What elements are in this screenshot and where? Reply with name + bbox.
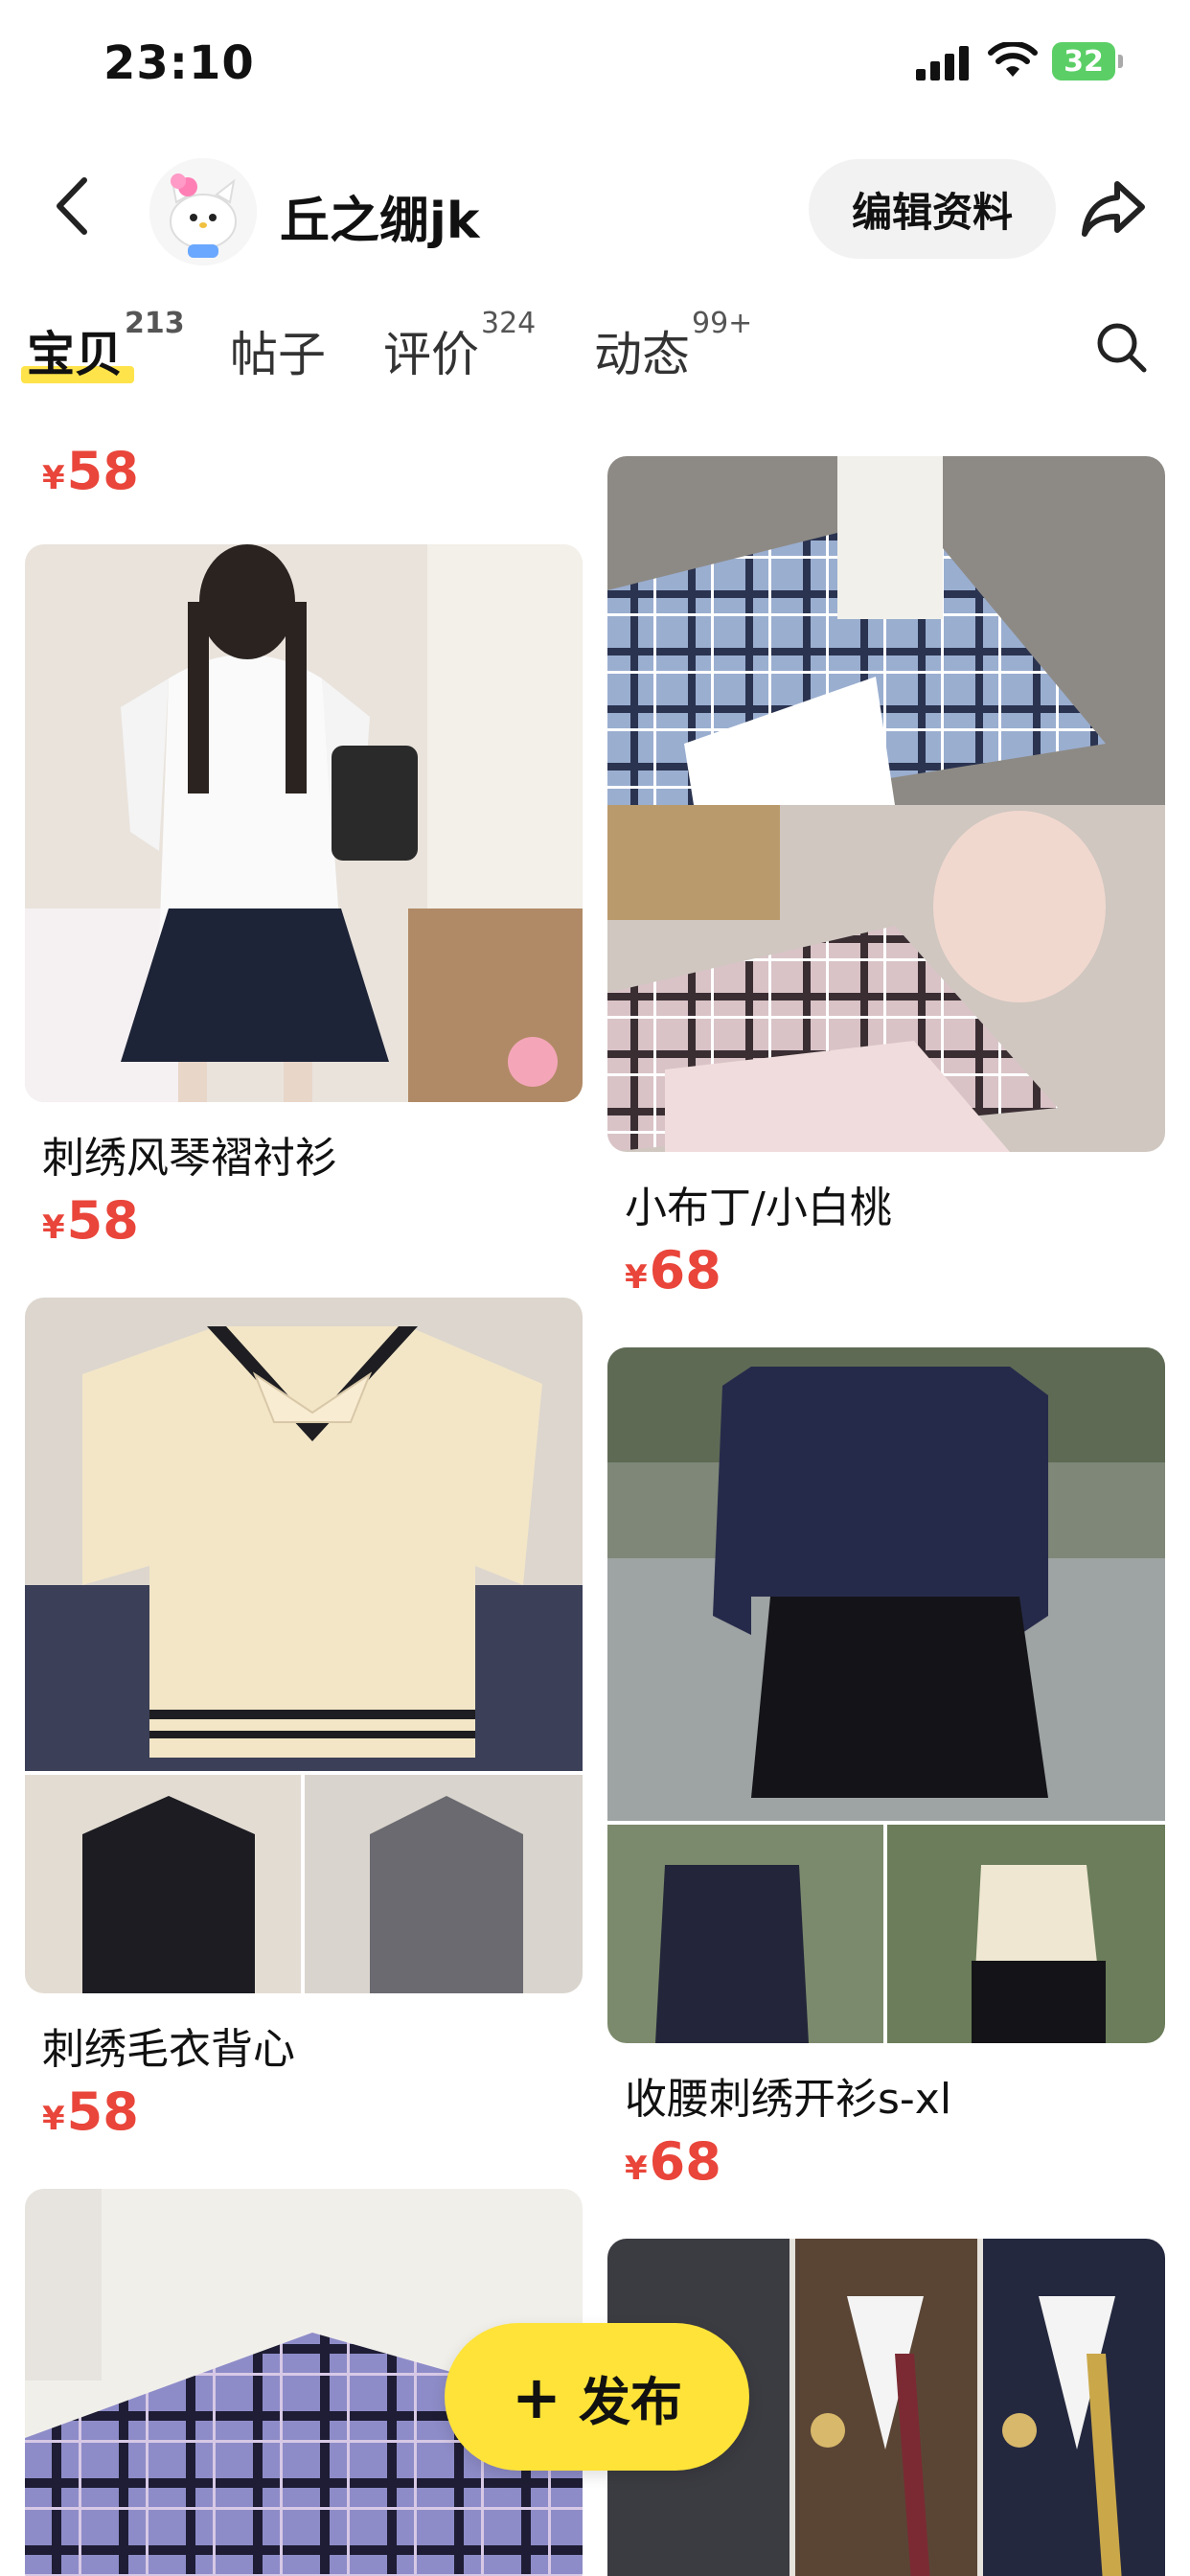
product-price: ¥68 [625,1240,721,1300]
status-time: 23:10 [103,36,255,90]
tab-activity[interactable]: 动态99+ [594,307,752,385]
status-bar: 23:10 32 [0,0,1190,134]
wifi-icon [988,42,1038,77]
tab-label: 宝贝 [27,327,123,382]
tab-label: 评价 [383,327,479,382]
plaid-skirt-photo [607,456,1165,1152]
edit-profile-button[interactable]: 编辑资料 [809,159,1056,259]
profile-username: 丘之绷jk [280,193,480,250]
tab-count: 324 [481,307,537,341]
tab-label: 动态 [594,327,690,382]
tab-posts[interactable]: 帖子 [230,316,326,385]
cardigan-photo [607,1347,1165,2043]
product-price: ¥58 [42,441,139,501]
hello-kitty-avatar-icon [149,158,257,265]
signal-icon [916,46,969,80]
back-arrow-icon[interactable] [48,172,96,240]
product-image[interactable] [25,1298,583,1993]
product-image[interactable] [607,1347,1165,2043]
sweater-vest-photo [25,1298,583,1993]
tab-items[interactable]: 宝贝213 [21,307,185,385]
product-image[interactable] [25,544,583,1102]
publish-label: 发布 [578,2371,682,2432]
tab-label: 帖子 [230,327,326,382]
battery-level: 32 [1064,44,1104,79]
plus-icon: + [512,2361,561,2432]
product-feed[interactable]: ¥58 刺绣风琴褶衬衫 ¥58 小布丁/小白桃 ¥68 刺绣毛衣背心 ¥58 收… [0,402,1190,2576]
product-price: ¥68 [625,2131,721,2192]
search-icon[interactable] [1092,318,1150,376]
product-price: ¥58 [42,2082,139,2142]
blouse-photo [25,544,583,1102]
share-icon[interactable] [1079,176,1148,240]
tab-count: 213 [125,307,185,341]
product-title[interactable]: 收腰刺绣开衫s-xl [625,2064,951,2126]
tab-count: 99+ [692,307,753,341]
product-title[interactable]: 小布丁/小白桃 [625,1173,892,1234]
product-title[interactable]: 刺绣毛衣背心 [42,2014,295,2076]
product-image[interactable] [607,456,1165,1152]
product-title[interactable]: 刺绣风琴褶衬衫 [42,1123,337,1184]
tab-reviews[interactable]: 评价324 [383,307,536,385]
avatar[interactable] [149,158,257,265]
publish-button[interactable]: + 发布 [445,2323,749,2471]
battery-icon: 32 [1052,42,1123,80]
product-price: ¥58 [42,1190,139,1251]
